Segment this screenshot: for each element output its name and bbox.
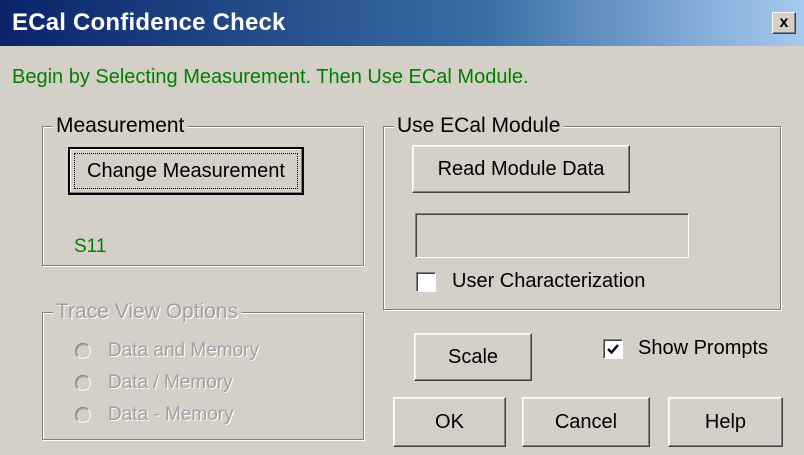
checkmark-icon [607,344,619,355]
user-characterization-label[interactable]: User Characterization [452,270,645,293]
title-bar: ECal Confidence Check x [0,0,804,46]
instruction-prompt: Begin by Selecting Measurement. Then Use… [12,66,529,88]
help-label: Help [704,410,747,433]
radio-data-over-memory-label: Data / Memory [108,372,233,393]
scale-button[interactable]: Scale [414,333,532,381]
radio-data-minus-memory-label: Data - Memory [108,404,234,425]
show-prompts-label[interactable]: Show Prompts [638,337,768,360]
current-measurement: S11 [74,236,107,257]
radio-data-and-memory-label: Data and Memory [108,340,260,361]
cancel-label: Cancel [554,410,618,433]
module-info-field [415,213,689,258]
user-characterization-checkbox[interactable] [416,272,436,292]
ok-label: OK [435,410,464,433]
ok-button[interactable]: OK [393,397,506,447]
read-module-data-button[interactable]: Read Module Data [412,145,630,193]
window-title: ECal Confidence Check [12,9,286,36]
scale-label: Scale [447,345,499,368]
radio-data-minus-memory[interactable] [75,407,91,423]
trace-view-options-legend: Trace View Options [53,300,242,324]
read-module-data-label: Read Module Data [437,157,605,180]
ecal-module-group-legend: Use ECal Module [394,114,564,138]
help-button[interactable]: Help [668,397,783,447]
measurement-group-legend: Measurement [53,114,188,138]
close-icon: x [779,14,789,31]
show-prompts-checkbox[interactable] [603,339,623,359]
change-measurement-label: Change Measurement [87,159,285,182]
radio-data-over-memory[interactable] [75,375,91,391]
radio-data-and-memory[interactable] [75,343,91,359]
change-measurement-button[interactable]: Change Measurement [68,147,304,195]
close-button[interactable]: x [772,12,796,34]
cancel-button[interactable]: Cancel [522,397,650,447]
